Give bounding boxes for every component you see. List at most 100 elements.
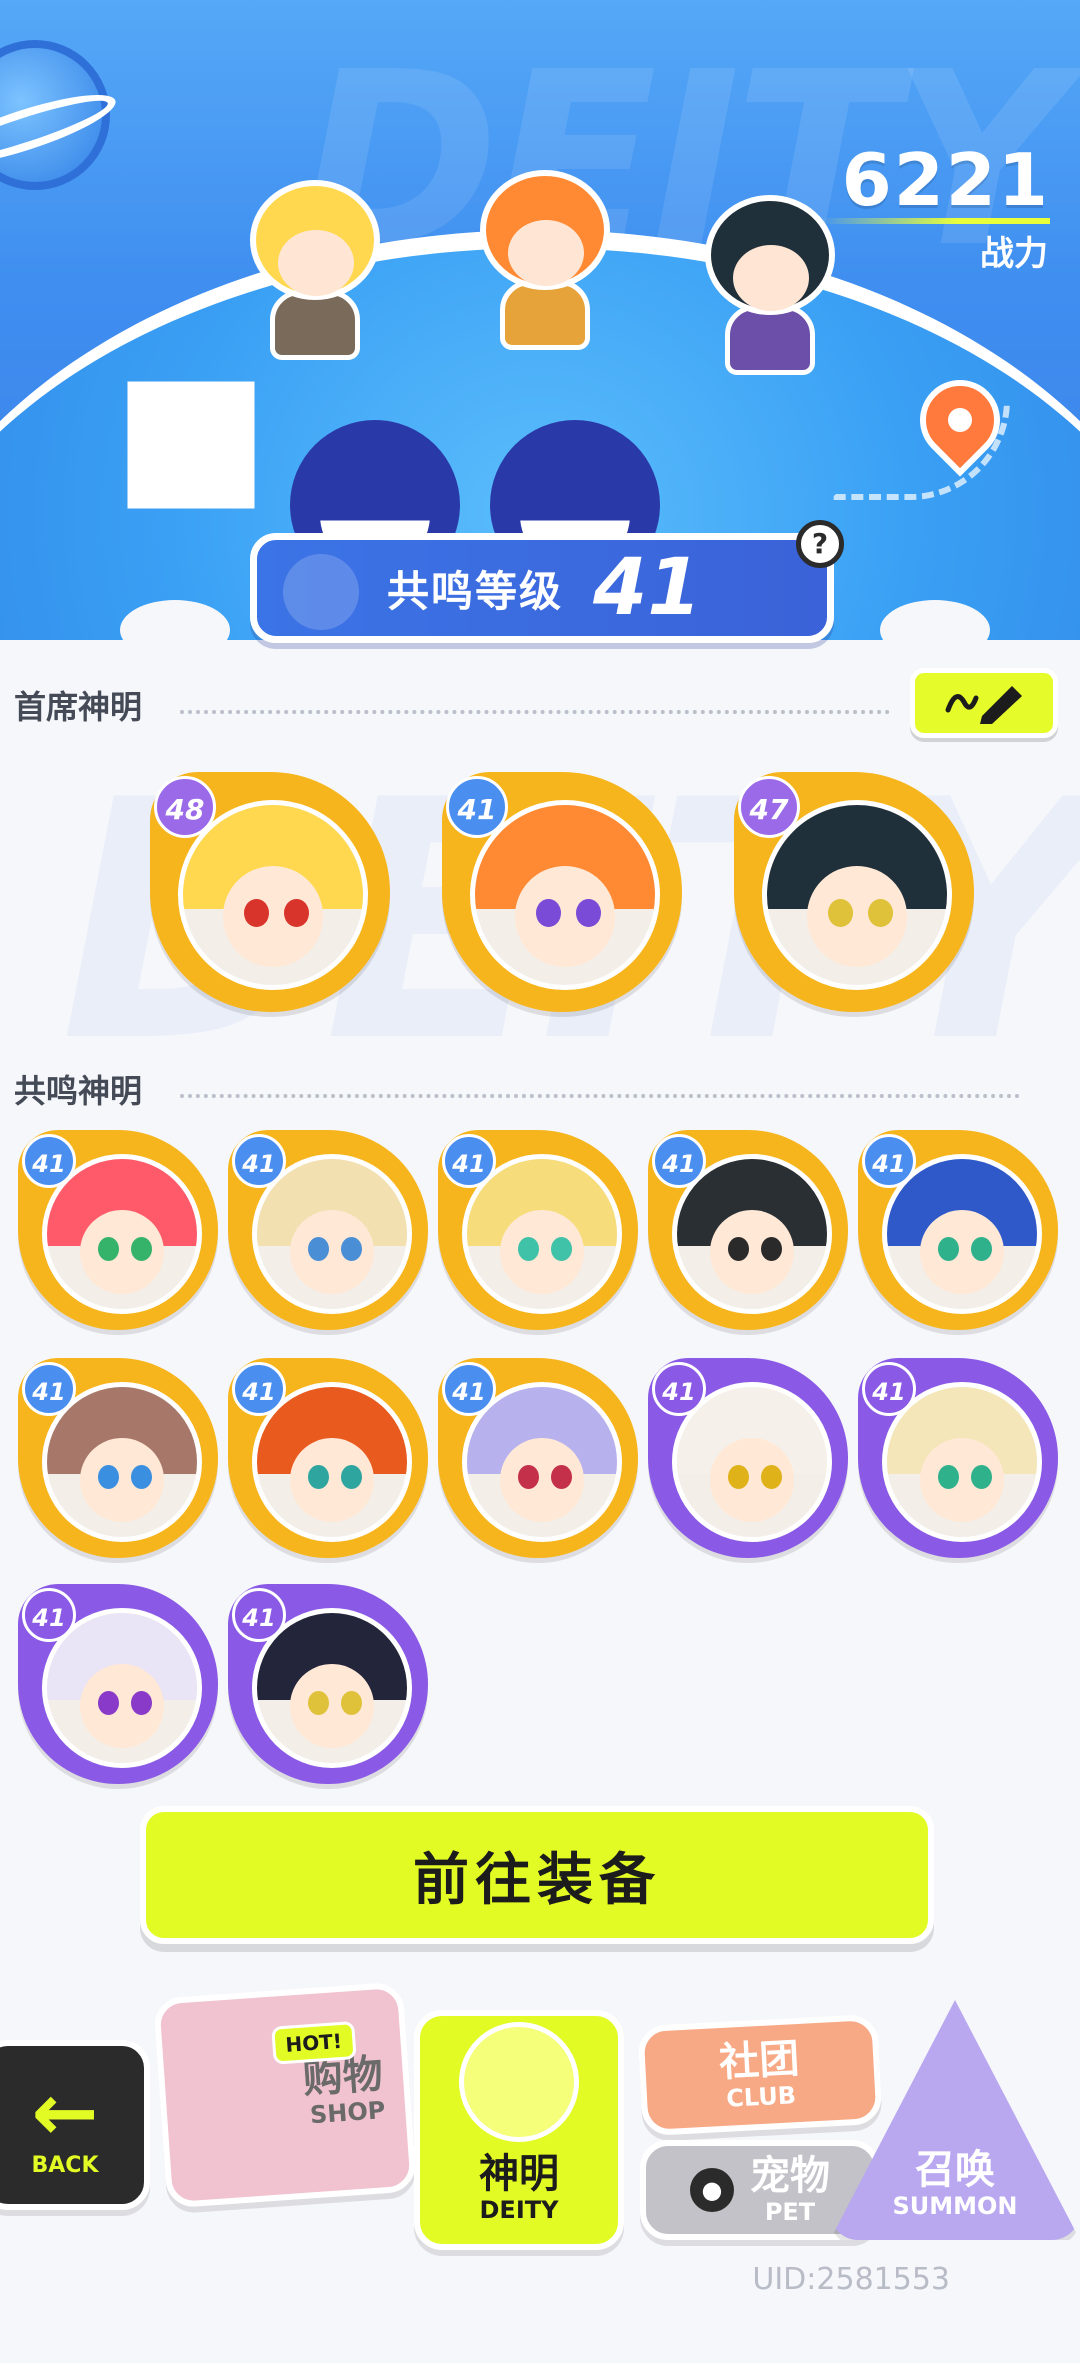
deity-chibi-icon <box>459 2022 579 2142</box>
character-face <box>508 220 584 286</box>
avatar-level-badge: 48 <box>154 776 216 838</box>
nav-shop[interactable]: HOT! 购物 SHOP <box>152 1981 418 2209</box>
resonance-level-panel[interactable]: 共鸣等级 41 <box>250 533 834 643</box>
deity-avatar[interactable]: 41 <box>228 1584 428 1784</box>
portrait-eye <box>938 1465 959 1489</box>
deity-avatar[interactable]: 41 <box>858 1130 1058 1330</box>
portrait-eye <box>308 1691 329 1715</box>
power-value: 6221 <box>841 138 1050 222</box>
portrait-eye <box>971 1237 992 1261</box>
arrow-left-icon: ← <box>31 2065 99 2159</box>
deity-avatar[interactable]: 41 <box>18 1130 218 1330</box>
uid-label: UID:2581553 <box>752 2262 950 2297</box>
avatar-level-badge: 47 <box>738 776 800 838</box>
portrait-eye <box>518 1465 539 1489</box>
nav-club[interactable]: 社团 CLUB <box>637 2013 883 2137</box>
nav-shop-sublabel: SHOP <box>309 2096 387 2130</box>
portrait-eye <box>98 1237 119 1261</box>
portrait-eye <box>283 898 309 928</box>
pencil-icon <box>945 686 1022 724</box>
portrait-eye <box>938 1237 959 1261</box>
back-label: BACK <box>31 2152 99 2178</box>
nav-deity-label: 神明 <box>479 2151 559 2197</box>
portrait-eye <box>98 1465 119 1489</box>
help-button[interactable]: ? <box>796 520 844 568</box>
deity-avatar[interactable]: 48 <box>150 772 390 1012</box>
avatar-level-badge: 41 <box>22 1588 76 1642</box>
deity-avatar[interactable]: 41 <box>438 1358 638 1558</box>
deity-avatar[interactable]: 41 <box>438 1130 638 1330</box>
portrait-eye <box>341 1237 362 1261</box>
portrait-eye <box>518 1237 539 1261</box>
avatar-level-badge: 41 <box>232 1134 286 1188</box>
avatar-level-badge: 41 <box>232 1588 286 1642</box>
deity-avatar[interactable]: 41 <box>228 1358 428 1558</box>
deity-avatar[interactable]: 41 <box>648 1130 848 1330</box>
header-character-1[interactable] <box>230 170 400 360</box>
nav-summon-label: 召唤 <box>915 2147 995 2193</box>
resonance-level-label: 共鸣等级 <box>387 566 564 616</box>
portrait-eye <box>728 1237 749 1261</box>
deity-avatar[interactable]: 41 <box>228 1130 428 1330</box>
nav-club-sublabel: CLUB <box>725 2081 797 2113</box>
portrait-eye <box>308 1465 329 1489</box>
avatar-level-badge: 41 <box>232 1362 286 1416</box>
character-body <box>500 280 590 350</box>
avatar-level-badge: 41 <box>442 1362 496 1416</box>
power-label: 战力 <box>980 234 1048 274</box>
character-body <box>725 305 815 375</box>
portrait-eye <box>761 1465 782 1489</box>
portrait-eye <box>971 1465 992 1489</box>
avatar-level-badge: 41 <box>22 1362 76 1416</box>
portrait-eye <box>575 898 601 928</box>
hot-badge: HOT! <box>271 2021 357 2065</box>
go-equip-button[interactable]: 前往装备 <box>140 1806 934 1944</box>
avatar-level-badge: 41 <box>652 1134 706 1188</box>
deity-avatar[interactable]: 41 <box>858 1358 1058 1558</box>
portrait-eye <box>131 1691 152 1715</box>
resonance-level-value: 41 <box>593 543 702 633</box>
nav-summon-sublabel: SUMMON <box>892 2192 1018 2220</box>
character-face <box>733 245 809 311</box>
chief-deity-title: 首席神明 <box>14 688 143 726</box>
resonance-deity-title: 共鸣神明 <box>14 1072 143 1110</box>
portrait-eye <box>131 1237 152 1261</box>
deity-avatar[interactable]: 41 <box>648 1358 848 1558</box>
nav-pet-label: 宠物 <box>750 2153 830 2199</box>
avatar-level-badge: 41 <box>446 776 508 838</box>
portrait-eye <box>551 1237 572 1261</box>
nav-deity[interactable]: 神明 DEITY <box>414 2010 624 2250</box>
go-equip-label: 前往装备 <box>413 1847 661 1913</box>
deity-avatar[interactable]: 47 <box>734 772 974 1012</box>
deity-avatar[interactable]: 41 <box>442 772 682 1012</box>
portrait-eye <box>98 1691 119 1715</box>
header-character-3[interactable] <box>685 185 855 375</box>
planet-icon <box>283 554 359 630</box>
avatar-level-badge: 41 <box>22 1134 76 1188</box>
character-body <box>270 290 360 360</box>
section-divider <box>180 710 890 714</box>
power-underline <box>820 218 1050 224</box>
deity-avatar[interactable]: 41 <box>18 1584 218 1784</box>
lock-icon: ● <box>690 2168 734 2212</box>
section-divider <box>180 1094 1020 1098</box>
deity-avatar[interactable]: 41 <box>18 1358 218 1558</box>
portrait-eye <box>551 1465 572 1489</box>
portrait-eye <box>761 1237 782 1261</box>
avatar-level-badge: 41 <box>862 1134 916 1188</box>
avatar-level-badge: 41 <box>652 1362 706 1416</box>
portrait-eye <box>308 1237 329 1261</box>
back-button[interactable]: ← BACK <box>0 2040 150 2210</box>
edit-button[interactable] <box>910 668 1058 738</box>
portrait-eye <box>341 1691 362 1715</box>
header-character-2[interactable] <box>460 160 630 350</box>
avatar-level-badge: 41 <box>442 1134 496 1188</box>
nav-club-label: 社团 <box>718 2035 801 2087</box>
nav-deity-sublabel: DEITY <box>479 2196 559 2224</box>
character-face <box>278 230 354 296</box>
avatar-level-badge: 41 <box>862 1362 916 1416</box>
portrait-eye <box>867 898 893 928</box>
portrait-eye <box>131 1465 152 1489</box>
portrait-eye <box>341 1465 362 1489</box>
portrait-eye <box>728 1465 749 1489</box>
